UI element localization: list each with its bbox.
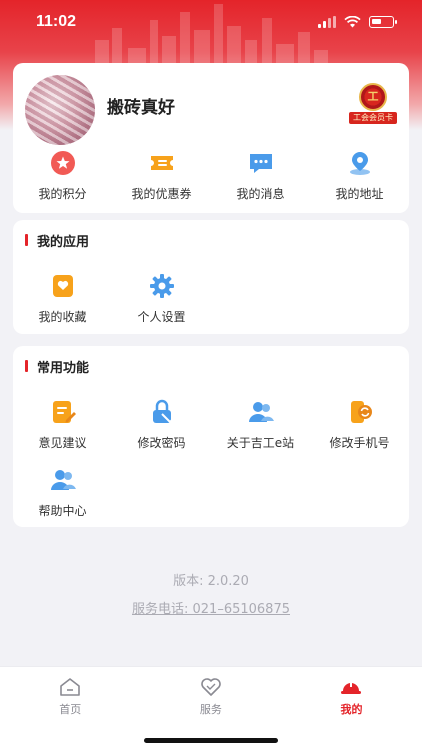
func-change-password[interactable]: 修改密码 (112, 398, 211, 451)
app-label: 个人设置 (137, 310, 186, 324)
helmet-icon (341, 681, 362, 694)
password-lock-icon (152, 399, 173, 424)
status-indicators (318, 16, 397, 28)
func-help-center[interactable]: 帮助中心 (13, 466, 112, 519)
cellular-signal-icon (318, 16, 336, 28)
function-label: 修改手机号 (329, 436, 390, 450)
shortcut-label: 我的地址 (335, 187, 384, 201)
help-users-icon (50, 470, 76, 490)
shortcut-points[interactable]: 我的积分 (13, 149, 112, 202)
tab-mine[interactable]: 我的 (281, 667, 422, 750)
about-users-icon (248, 402, 274, 422)
functions-row-1: 意见建议 修改密码 关于吉工e站 修改手机号 (13, 398, 409, 451)
username: 搬砖真好 (107, 98, 175, 118)
member-card-button[interactable]: 工 工会会员卡 (349, 83, 397, 125)
tab-label: 我的 (340, 703, 363, 716)
location-icon (349, 152, 370, 175)
app-label: 我的收藏 (38, 310, 87, 324)
shortcut-label: 我的消息 (236, 187, 285, 201)
functions-row-2: 帮助中心 (13, 466, 409, 519)
function-label: 关于吉工e站 (226, 436, 295, 450)
my-apps-grid: 我的收藏 个人设置 (13, 272, 409, 325)
battery-icon (369, 16, 397, 28)
app-settings[interactable]: 个人设置 (112, 272, 211, 325)
feedback-icon (52, 401, 76, 423)
func-feedback[interactable]: 意见建议 (13, 398, 112, 451)
tab-label: 服务 (199, 703, 222, 716)
phone-change-icon (350, 401, 372, 423)
union-emblem-icon: 工 (359, 83, 387, 111)
app-version: 版本: 2.0.20 (173, 574, 249, 589)
shortcut-label: 我的积分 (38, 187, 87, 201)
function-label: 意见建议 (38, 436, 87, 450)
heart-icon (201, 678, 221, 696)
wifi-icon (344, 16, 361, 28)
home-indicator (144, 738, 278, 743)
member-card-label: 工会会员卡 (349, 112, 397, 124)
profile-shortcuts: 我的积分 我的优惠券 我的消息 我的地址 (13, 149, 409, 202)
status-time: 11:02 (36, 13, 77, 30)
app-favorites[interactable]: 我的收藏 (13, 272, 112, 325)
function-label: 帮助中心 (38, 504, 87, 518)
status-bar: 11:02 (0, 0, 422, 44)
shortcut-address[interactable]: 我的地址 (310, 149, 409, 202)
tab-home[interactable]: 首页 (0, 667, 141, 750)
shortcut-label: 我的优惠券 (131, 187, 192, 201)
profile-card: 搬砖真好 工 工会会员卡 我的积分 我的优惠券 我的消息 我的地址 (13, 63, 409, 213)
message-icon (249, 154, 272, 173)
settings-gear-icon (149, 274, 174, 298)
section-title: 常用功能 (25, 357, 89, 376)
common-functions-card: 常用功能 意见建议 修改密码 关于吉工e站 修改手机号 帮助中心 (13, 346, 409, 527)
func-change-phone[interactable]: 修改手机号 (310, 398, 409, 451)
tab-label: 首页 (59, 703, 82, 716)
coupon-icon (150, 156, 173, 170)
favorites-icon (52, 275, 73, 297)
home-icon (60, 678, 81, 696)
function-label: 修改密码 (137, 436, 186, 450)
section-title: 我的应用 (25, 231, 89, 250)
shortcut-messages[interactable]: 我的消息 (211, 149, 310, 202)
func-about[interactable]: 关于吉工e站 (211, 398, 310, 451)
points-icon (50, 151, 75, 175)
avatar[interactable] (25, 75, 95, 145)
my-apps-card: 我的应用 我的收藏 个人设置 (13, 220, 409, 334)
service-phone-link[interactable]: 服务电话: 021–65106875 (0, 598, 422, 617)
shortcut-coupons[interactable]: 我的优惠券 (112, 149, 211, 202)
